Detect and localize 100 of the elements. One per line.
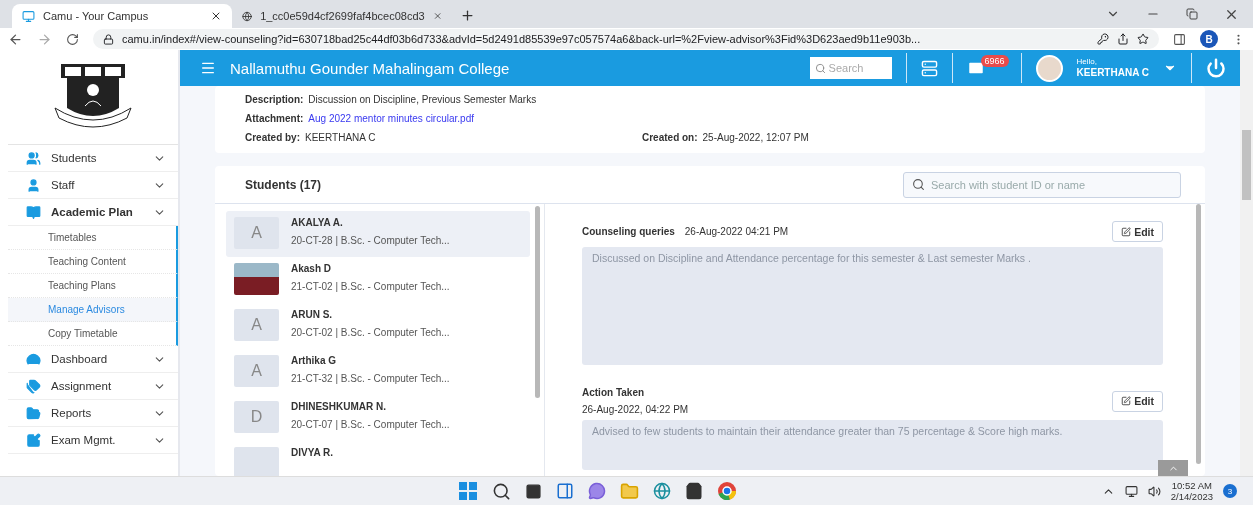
nav-icon	[26, 351, 41, 367]
student-avatar: A	[234, 309, 279, 341]
taskbar-clock[interactable]: 10:52 AM 2/14/2023	[1170, 479, 1213, 503]
section-label: Counseling queries	[582, 226, 675, 237]
sidebar-item[interactable]: Students	[8, 145, 178, 172]
student-info: 21-CT-32 | B.Sc. - Computer Tech...	[291, 373, 450, 384]
student-info: 20-CT-07 | B.Sc. - Computer Tech...	[291, 419, 450, 430]
chat-icon[interactable]	[588, 482, 606, 500]
reload-icon[interactable]	[66, 32, 79, 46]
greeting-text: Hello,	[1076, 58, 1099, 67]
photo-placeholder	[234, 263, 279, 295]
profile-avatar[interactable]: B	[1200, 30, 1218, 48]
new-tab-icon[interactable]	[460, 8, 475, 23]
stack-icon[interactable]	[920, 59, 938, 77]
store-icon[interactable]	[685, 482, 703, 500]
student-row[interactable]: A Arthika G 21-CT-32 | B.Sc. - Computer Tech...	[226, 349, 530, 395]
edit-button[interactable]: Edit	[1112, 390, 1163, 412]
student-name: DHINESHKUMAR N.	[291, 401, 387, 412]
student-name: AKALYA A.	[291, 217, 344, 228]
globe-icon	[242, 9, 253, 23]
timestamp: 26-Aug-2022 04:21 PM	[684, 226, 789, 237]
student-avatar	[234, 447, 279, 476]
sidebar-item[interactable]: Exam Mgmt.	[8, 427, 178, 454]
power-icon[interactable]	[1206, 58, 1226, 78]
sidebar-subitem[interactable]: Copy Timetable	[8, 322, 178, 346]
side-panel-icon[interactable]	[1173, 32, 1186, 46]
address-bar[interactable]: camu.in/index#/view-counseling?id=630718bad25c44df03b6d733&advId=5d2491d85539e97c057574a6&back-url=%2Fview-advisor%3Fid%3D623aed9b11e903b...	[93, 29, 1159, 49]
search-icon	[912, 178, 925, 191]
browser-icon[interactable]	[717, 481, 737, 501]
nav-icon	[26, 204, 41, 220]
key-icon[interactable]	[1097, 33, 1109, 45]
field-value: 25-Aug-2022, 12:07 PM	[702, 132, 809, 143]
mail-icon[interactable]	[966, 59, 985, 77]
forward-icon[interactable]	[37, 31, 52, 47]
section-title: Students (17)	[245, 177, 321, 192]
student-name: Akash D	[291, 263, 332, 274]
start-icon[interactable]	[458, 481, 478, 501]
nav-icon	[26, 177, 41, 193]
sidebar-subitem[interactable]: Timetables	[8, 226, 178, 250]
scrollbar-thumb[interactable]	[535, 206, 540, 398]
student-name: DIVYA R.	[291, 447, 334, 458]
page-scrollbar-thumb[interactable]	[1242, 130, 1251, 200]
sidebar-subitem[interactable]: Teaching Plans	[8, 274, 178, 298]
mail-count-badge: 6966	[980, 55, 1009, 67]
search-icon	[814, 62, 826, 74]
field-label: Created by:	[245, 132, 300, 143]
timestamp: 26-Aug-2022, 04:22 PM	[582, 404, 689, 415]
restore-icon[interactable]	[1186, 8, 1198, 20]
student-row[interactable]: Akash D 21-CT-02 | B.Sc. - Computer Tech...	[226, 257, 530, 303]
browser-tab[interactable]: Camu - Your Campus	[12, 4, 232, 28]
student-info: 20-CT-28 | B.Sc. - Computer Tech...	[291, 235, 450, 246]
menu-icon[interactable]	[200, 60, 216, 76]
field-value: KEERTHANA C	[305, 132, 376, 143]
share-icon[interactable]	[1117, 33, 1129, 45]
field-label: Attachment:	[245, 113, 304, 124]
nav-icon	[26, 378, 41, 394]
volume-icon[interactable]	[1147, 484, 1161, 498]
sidebar-item[interactable]: Reports	[8, 400, 178, 427]
sidebar-item[interactable]: Dashboard	[8, 346, 178, 373]
edit-button[interactable]: Edit	[1112, 221, 1163, 242]
college-title: Nallamuthu Gounder Mahalingam College	[230, 59, 511, 77]
sidebar-item[interactable]: Staff	[8, 172, 178, 199]
sidebar-subitem[interactable]: Manage Advisors	[8, 298, 178, 322]
student-row[interactable]: D DHINESHKUMAR N. 20-CT-07 | B.Sc. - Computer Tech...	[226, 395, 530, 441]
field-label: Created on:	[642, 132, 698, 143]
student-avatar: A	[234, 355, 279, 387]
student-name: ARUN S.	[291, 309, 334, 320]
section-label: Action Taken	[582, 387, 645, 398]
sidebar-item[interactable]: Assignment	[8, 373, 178, 400]
student-avatar: A	[234, 217, 279, 249]
student-name: Arthika G	[291, 355, 337, 366]
back-icon[interactable]	[8, 31, 23, 47]
notification-badge[interactable]: 3	[1223, 484, 1237, 498]
scrollbar-thumb[interactable]	[1196, 204, 1201, 464]
lock-icon	[103, 33, 114, 45]
sidebar-subitem[interactable]: Teaching Content	[8, 250, 178, 274]
bookmark-star-icon[interactable]	[1137, 33, 1149, 45]
student-avatar: D	[234, 401, 279, 433]
site-icon	[22, 9, 35, 23]
student-info: 20-CT-02 | B.Sc. - Computer Tech...	[291, 327, 450, 338]
edit-icon	[1121, 396, 1132, 406]
student-row[interactable]: A ARUN S. 20-CT-02 | B.Sc. - Computer Tech...	[226, 303, 530, 349]
attachment-link[interactable]: Aug 2022 mentor minutes circular.pdf	[308, 113, 474, 124]
field-value: Discussion on Discipline, Previous Semester Marks	[308, 94, 537, 105]
close-icon[interactable]	[210, 10, 222, 22]
search-icon[interactable]	[492, 481, 511, 501]
task-view-icon[interactable]	[525, 482, 542, 500]
browser-icon[interactable]	[653, 482, 671, 500]
browser-tab[interactable]: 1_cc0e59d4cf2699faf4bcec08cd3	[232, 4, 452, 28]
student-row[interactable]: A AKALYA A. 20-CT-28 | B.Sc. - Computer Tech...	[226, 211, 530, 257]
widgets-icon[interactable]	[556, 482, 574, 500]
nav-icon	[26, 432, 41, 448]
nav-icon	[26, 405, 41, 421]
student-info: 21-CT-02 | B.Sc. - Computer Tech...	[291, 281, 450, 292]
network-icon[interactable]	[1124, 484, 1138, 498]
nav-icon	[26, 150, 41, 166]
field-label: Description:	[245, 94, 304, 105]
user-avatar[interactable]	[1035, 54, 1063, 82]
edit-icon	[1121, 226, 1132, 237]
student-row[interactable]: DIVYA R.	[226, 441, 530, 476]
